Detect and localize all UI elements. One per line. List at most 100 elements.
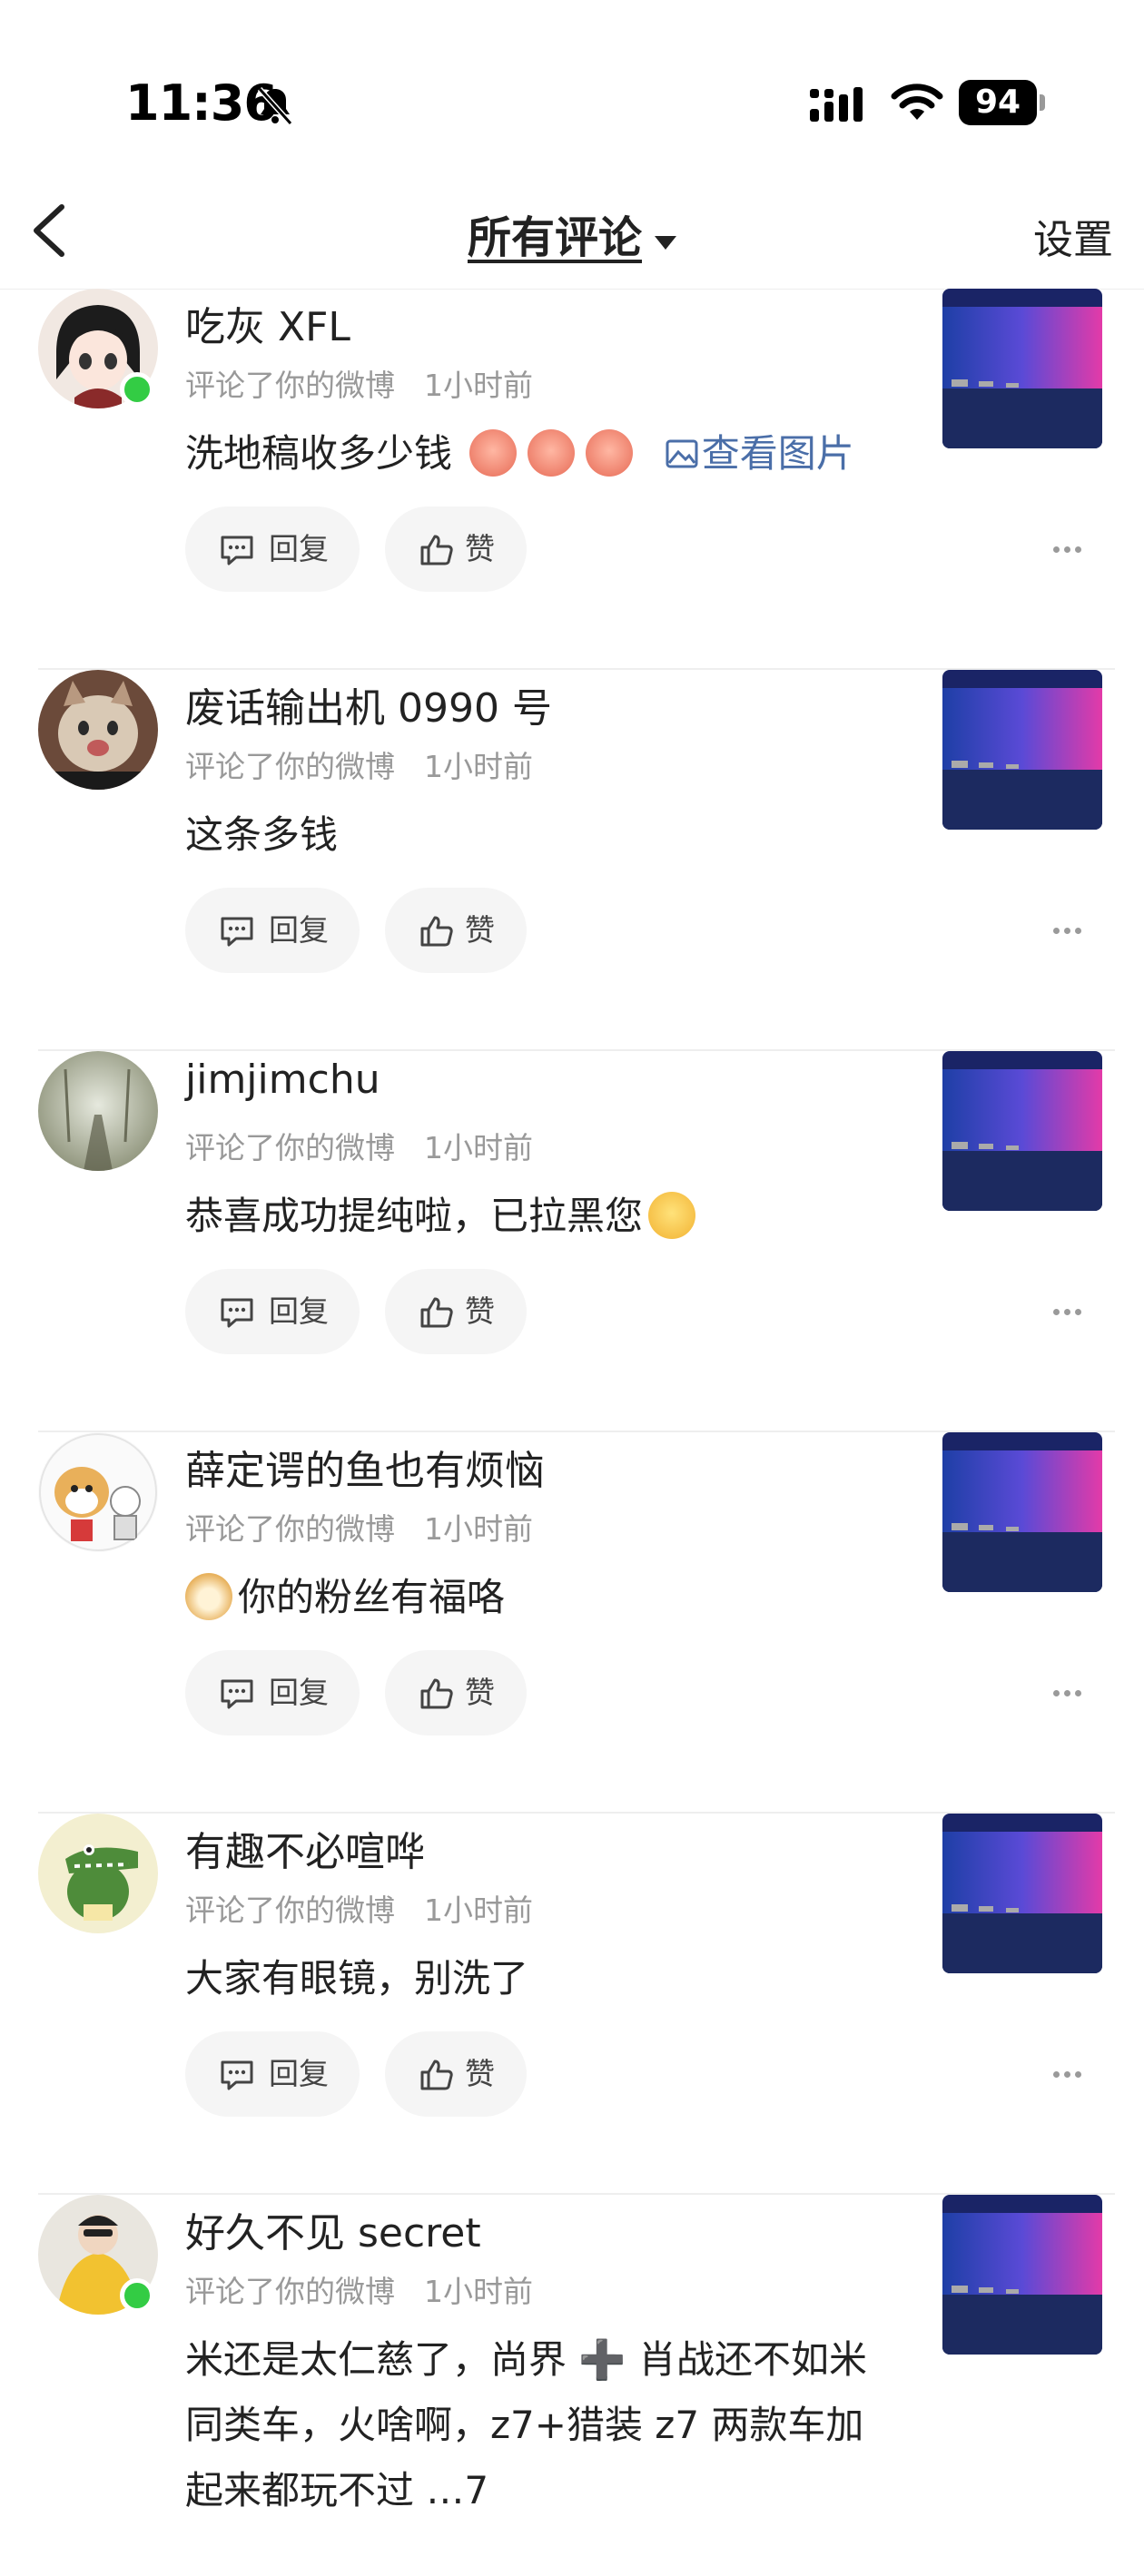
comment-item: 有趣不必喧哗 评论了你的微博 1小时前 大家有眼镜，别洗了 回复 赞 bbox=[0, 1814, 1144, 2195]
nav-header: 所有评论 设置 bbox=[0, 182, 1144, 290]
view-image-label[interactable]: 查看图片 bbox=[702, 431, 854, 476]
comment-author[interactable]: 好久不见 secret bbox=[185, 2200, 481, 2258]
comment-text: 恭喜成功提纯啦，已拉黑您 bbox=[185, 1184, 912, 1249]
comment-action: 评论了你的微博 bbox=[185, 1511, 395, 1547]
like-button[interactable]: 赞 bbox=[385, 506, 527, 592]
comment-author[interactable]: jimjimchu bbox=[185, 1057, 380, 1103]
comment-meta: 评论了你的微博 1小时前 bbox=[185, 1886, 533, 1930]
comment-text: 米还是太仁慈了，尚界 ➕ 肖战还不如米同类车，火啥啊，z7+猎装 z7 两款车加… bbox=[185, 2327, 893, 2523]
comment-icon bbox=[221, 1298, 253, 1328]
like-label[interactable]: 赞 bbox=[465, 1293, 495, 1329]
comment-body: 你的粉丝有福咯 bbox=[238, 1575, 506, 1619]
comment-body: 恭喜成功提纯啦，已拉黑您 bbox=[185, 1194, 644, 1238]
comment-body: 米还是太仁慈了，尚界 ➕ 肖战还不如米同类车，火啥啊，z7+猎装 z7 两款车加… bbox=[185, 2337, 867, 2512]
thumbs-up-icon bbox=[420, 1678, 453, 1709]
reply-label[interactable]: 回复 bbox=[269, 1293, 329, 1329]
more-options-icon[interactable] bbox=[1053, 920, 1090, 939]
more-options-icon[interactable] bbox=[1053, 539, 1090, 557]
reply-button[interactable]: 回复 bbox=[185, 506, 360, 592]
comment-action: 评论了你的微博 bbox=[185, 2274, 395, 2309]
image-icon bbox=[666, 439, 698, 467]
thumbs-up-icon bbox=[420, 2060, 453, 2090]
title-dropdown[interactable]: 所有评论 bbox=[0, 202, 1144, 265]
comment-meta: 评论了你的微博 1小时前 bbox=[185, 2267, 533, 2311]
comment-time: 1小时前 bbox=[424, 368, 533, 403]
reply-button[interactable]: 回复 bbox=[185, 1650, 360, 1735]
doge-emoji-icon bbox=[185, 1572, 232, 1620]
settings-button[interactable]: 设置 bbox=[1033, 207, 1113, 265]
comment-author[interactable]: 废话输出机 0990 号 bbox=[185, 675, 552, 733]
comment-time: 1小时前 bbox=[424, 1893, 533, 1928]
crying-face-emoji-icon bbox=[648, 1191, 696, 1239]
comment-icon bbox=[221, 2060, 253, 2090]
avatar[interactable] bbox=[38, 670, 158, 790]
comment-author[interactable]: 吃灰 XFL bbox=[185, 294, 350, 352]
thumbs-up-icon bbox=[420, 1297, 453, 1328]
comment-time: 1小时前 bbox=[424, 1130, 533, 1165]
comment-item: 薛定谔的鱼也有烦恼 评论了你的微博 1小时前 你的粉丝有福咯 回复 赞 bbox=[0, 1432, 1144, 1814]
like-label[interactable]: 赞 bbox=[465, 912, 495, 948]
comment-body: 大家有眼镜，别洗了 bbox=[185, 1956, 529, 2001]
thumbs-up-icon bbox=[420, 916, 453, 947]
like-label[interactable]: 赞 bbox=[465, 2056, 495, 2091]
avatar[interactable] bbox=[38, 1814, 158, 1933]
view-image-link[interactable]: 查看图片 bbox=[666, 431, 854, 476]
like-button[interactable]: 赞 bbox=[385, 888, 527, 973]
post-thumbnail[interactable] bbox=[942, 1814, 1102, 1973]
comment-text: 你的粉丝有福咯 bbox=[185, 1565, 912, 1630]
comment-body: 洗地稿收多少钱 bbox=[185, 431, 453, 476]
comment-author[interactable]: 薛定谔的鱼也有烦恼 bbox=[185, 1438, 545, 1496]
like-button[interactable]: 赞 bbox=[385, 1269, 527, 1354]
reply-button[interactable]: 回复 bbox=[185, 888, 360, 973]
comment-item: 好久不见 secret 评论了你的微博 1小时前 米还是太仁慈了，尚界 ➕ 肖战还… bbox=[0, 2195, 1144, 2576]
status-bar: 11:36 94 bbox=[0, 0, 1144, 182]
reply-label[interactable]: 回复 bbox=[269, 531, 329, 566]
pig-emoji-icon bbox=[469, 428, 518, 477]
comment-meta: 评论了你的微博 1小时前 bbox=[185, 1505, 533, 1549]
comment-item: 废话输出机 0990 号 评论了你的微博 1小时前 这条多钱 回复 赞 bbox=[0, 670, 1144, 1051]
battery-level: 94 bbox=[959, 80, 1037, 125]
comment-icon bbox=[221, 1679, 253, 1709]
comment-author[interactable]: 有趣不必喧哗 bbox=[185, 1819, 425, 1877]
signal-icon bbox=[810, 87, 863, 122]
reply-label[interactable]: 回复 bbox=[269, 1675, 329, 1710]
reply-button[interactable]: 回复 bbox=[185, 2031, 360, 2117]
like-label[interactable]: 赞 bbox=[465, 1675, 495, 1710]
caret-down-icon[interactable] bbox=[655, 236, 676, 250]
post-thumbnail[interactable] bbox=[942, 289, 1102, 448]
comment-action: 评论了你的微博 bbox=[185, 1130, 395, 1165]
post-thumbnail[interactable] bbox=[942, 1051, 1102, 1211]
bell-slash-icon bbox=[257, 86, 293, 126]
page-title[interactable]: 所有评论 bbox=[468, 202, 642, 265]
more-options-icon[interactable] bbox=[1053, 1302, 1090, 1320]
comment-action: 评论了你的微博 bbox=[185, 1893, 395, 1928]
reply-label[interactable]: 回复 bbox=[269, 2056, 329, 2091]
reply-button[interactable]: 回复 bbox=[185, 1269, 360, 1354]
avatar[interactable] bbox=[38, 1051, 158, 1171]
comment-action: 评论了你的微博 bbox=[185, 749, 395, 784]
comment-time: 1小时前 bbox=[424, 1511, 533, 1547]
more-options-icon[interactable] bbox=[1053, 2064, 1090, 2082]
more-options-icon[interactable] bbox=[1053, 1683, 1090, 1701]
post-thumbnail[interactable] bbox=[942, 670, 1102, 830]
post-thumbnail[interactable] bbox=[942, 2195, 1102, 2355]
post-thumbnail[interactable] bbox=[942, 1432, 1102, 1592]
like-button[interactable]: 赞 bbox=[385, 1650, 527, 1735]
like-label[interactable]: 赞 bbox=[465, 531, 495, 566]
comment-icon bbox=[221, 536, 253, 565]
reply-label[interactable]: 回复 bbox=[269, 912, 329, 948]
battery-icon: 94 bbox=[959, 80, 1046, 125]
comment-meta: 评论了你的微博 1小时前 bbox=[185, 742, 533, 786]
wifi-icon bbox=[891, 84, 943, 120]
comment-item: jimjimchu 评论了你的微博 1小时前 恭喜成功提纯啦，已拉黑您 回复 赞 bbox=[0, 1051, 1144, 1432]
comment-item: 吃灰 XFL 评论了你的微博 1小时前 洗地稿收多少钱 查看图片 回复 赞 bbox=[0, 289, 1144, 670]
comment-time: 1小时前 bbox=[424, 2274, 533, 2309]
like-button[interactable]: 赞 bbox=[385, 2031, 527, 2117]
comment-meta: 评论了你的微博 1小时前 bbox=[185, 1124, 533, 1167]
comment-icon bbox=[221, 917, 253, 947]
thumbs-up-icon bbox=[420, 535, 453, 565]
comment-action: 评论了你的微博 bbox=[185, 368, 395, 403]
comment-text: 洗地稿收多少钱 查看图片 bbox=[185, 421, 912, 487]
avatar[interactable] bbox=[38, 1432, 158, 1552]
pig-emoji-icon bbox=[528, 428, 576, 477]
